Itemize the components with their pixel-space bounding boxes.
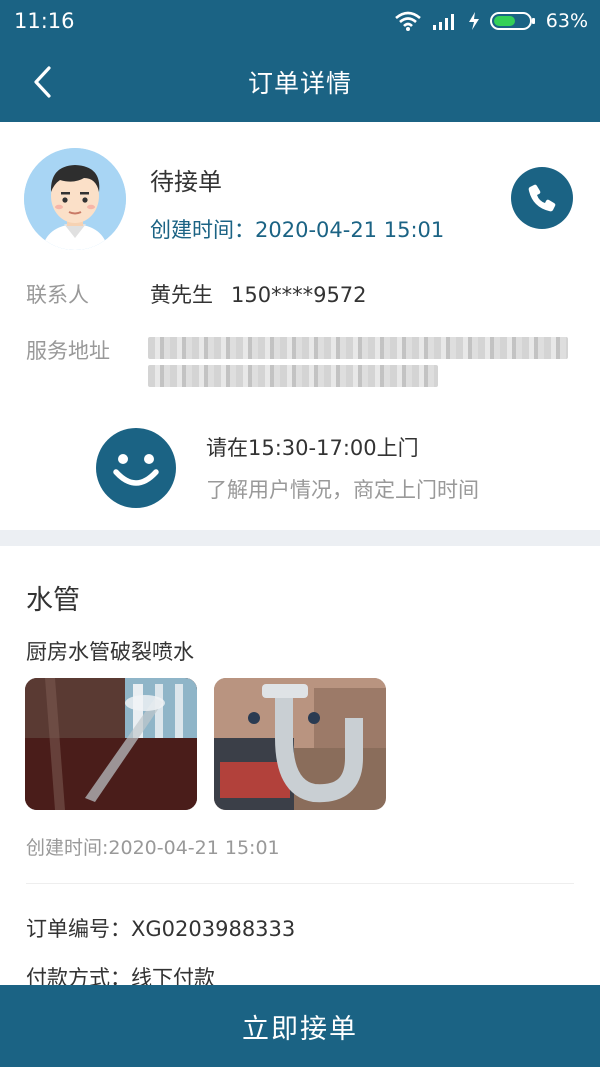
contact-name: 黄先生	[150, 283, 213, 307]
charging-icon	[468, 11, 480, 31]
wifi-icon	[394, 11, 422, 31]
issue-description: 厨房水管破裂喷水	[26, 640, 194, 664]
battery-percent: 63%	[545, 10, 588, 32]
battery-icon	[489, 11, 536, 31]
app-header: 订单详情	[0, 42, 600, 122]
issue-photo[interactable]	[25, 678, 197, 810]
contact-info: 黄先生 150****9572	[150, 279, 367, 309]
status-bar: 11:16 63%	[0, 0, 600, 42]
contact-phone: 150****9572	[231, 283, 367, 307]
visit-window: 请在15:30-17:00上门	[206, 436, 419, 460]
status-time: 11:16	[14, 9, 75, 33]
post-time: 创建时间:2020-04-21 15:01	[26, 837, 280, 859]
chevron-left-icon	[34, 66, 51, 98]
service-category: 水管	[26, 585, 80, 616]
address-redacted	[148, 335, 568, 387]
order-number: 订单编号：XG0203988333	[26, 917, 296, 941]
contact-label: 联系人	[26, 283, 89, 307]
created-time: 创建时间：2020-04-21 15:01	[150, 218, 445, 242]
section-divider	[0, 530, 600, 546]
accept-order-button[interactable]: 立即接单	[0, 985, 600, 1067]
call-button[interactable]	[511, 167, 573, 229]
divider	[26, 883, 574, 884]
address-label: 服务地址	[26, 339, 110, 363]
issue-photo[interactable]	[214, 678, 386, 810]
order-detail-card: 水管 厨房水管破裂喷水 创建时间:2020-04-21 15:01 订单编号：X…	[0, 546, 600, 990]
phone-icon	[528, 184, 556, 212]
order-status: 待接单	[150, 168, 222, 196]
page-title: 订单详情	[247, 69, 352, 98]
back-button[interactable]	[22, 60, 62, 104]
signal-icon	[432, 11, 458, 31]
status-icons: 63%	[394, 10, 588, 32]
visit-hint: 了解用户情况，商定上门时间	[206, 478, 479, 502]
order-summary-card: 待接单 创建时间：2020-04-21 15:01 联系人 黄先生 150****…	[0, 122, 600, 530]
avatar	[24, 148, 126, 250]
smile-icon	[96, 428, 176, 508]
